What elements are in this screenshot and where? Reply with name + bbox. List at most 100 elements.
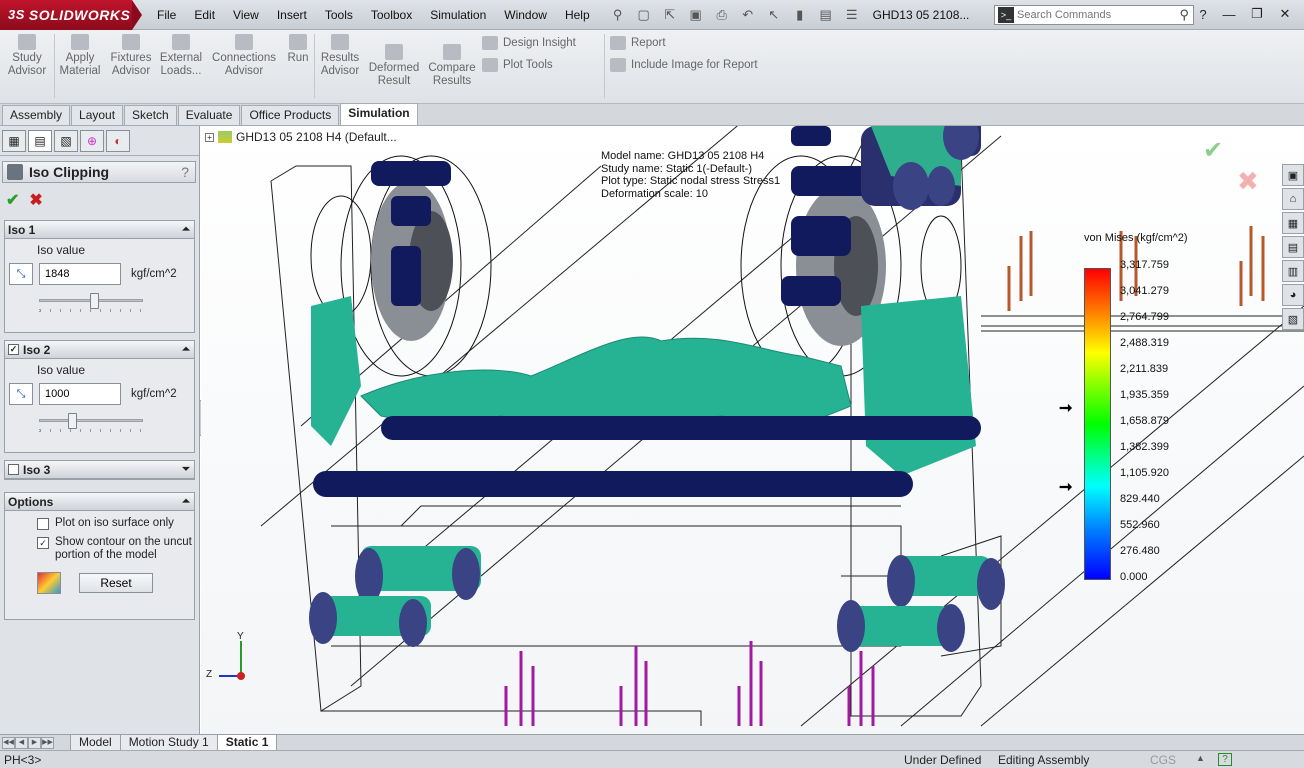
connections-advisor-button[interactable]: Connections Advisor xyxy=(210,34,278,78)
tab-simulation[interactable]: Simulation xyxy=(340,103,418,125)
appearances-icon[interactable]: ◕ xyxy=(1282,284,1304,306)
dimxpert-icon[interactable]: ⊕ xyxy=(80,130,104,152)
iso2-header[interactable]: ✓ Iso 2 ⏶ xyxy=(5,341,194,359)
next-tab-icon[interactable]: ▶ xyxy=(28,736,41,749)
menu-insert[interactable]: Insert xyxy=(268,0,316,30)
iso1-header[interactable]: Iso 1 ⏶ xyxy=(5,221,194,239)
show-contour-checkbox[interactable]: ✓ xyxy=(37,537,49,549)
select-icon[interactable]: ↖ xyxy=(763,5,785,25)
iso2-checkbox[interactable]: ✓ xyxy=(8,344,19,355)
study-advisor-button[interactable]: Study Advisor xyxy=(6,34,48,78)
design-library-icon[interactable]: ▦ xyxy=(1282,212,1304,234)
solidworks-logo[interactable]: 3S SOLIDWORKS xyxy=(0,0,132,30)
view-palette-icon[interactable]: ▥ xyxy=(1282,260,1304,282)
menu-toolbox[interactable]: Toolbox xyxy=(362,0,421,30)
help-button[interactable]: ? xyxy=(181,164,189,180)
plot-on-iso-checkbox[interactable] xyxy=(37,518,49,530)
prev-tab-icon[interactable]: ◀ xyxy=(15,736,28,749)
chevron-up-icon[interactable]: ⏶ xyxy=(182,496,190,507)
chevron-up-icon[interactable]: ⏶ xyxy=(182,224,190,235)
help-icon[interactable]: ? xyxy=(1192,4,1214,24)
graphics-area[interactable]: Z Y + GHD13 05 2108 H4 (Default... Model… xyxy=(201,126,1304,734)
tree-item-assembly[interactable]: GHD13 05 2108 H4 (Default... xyxy=(236,130,397,144)
tab-layout[interactable]: Layout xyxy=(71,105,124,125)
ok-check-icon[interactable]: ✔ xyxy=(6,190,19,210)
fixtures-advisor-button[interactable]: Fixtures Advisor xyxy=(108,34,154,78)
home-icon[interactable]: ⌂ xyxy=(1282,188,1304,210)
show-contour-option[interactable]: ✓ Show contour on the uncut portion of th… xyxy=(37,536,194,562)
chevron-down-icon[interactable]: ⏷ xyxy=(182,464,190,475)
iso1-slider[interactable] xyxy=(39,293,143,312)
plot-on-iso-option[interactable]: Plot on iso surface only xyxy=(37,517,194,530)
compare-results-button[interactable]: Compare Results xyxy=(426,44,478,88)
external-loads-button[interactable]: External Loads... xyxy=(158,34,204,78)
feature-manager-icon[interactable]: ▦ xyxy=(2,130,26,152)
search-icon[interactable]: ⚲ xyxy=(1179,7,1189,23)
apply-material-button[interactable]: Apply Material xyxy=(58,34,102,78)
tab-evaluate[interactable]: Evaluate xyxy=(177,105,241,125)
first-tab-icon[interactable]: ◀◀ xyxy=(2,736,15,749)
include-image-button[interactable]: Include Image for Report xyxy=(610,58,758,72)
tab-office-products[interactable]: Office Products xyxy=(241,105,340,125)
menu-file[interactable]: File xyxy=(148,0,185,30)
custom-properties-icon[interactable]: ▧ xyxy=(1282,308,1304,330)
print-icon[interactable]: ⎙ xyxy=(711,5,733,25)
property-manager-icon[interactable]: ▤ xyxy=(28,130,52,152)
menu-window[interactable]: Window xyxy=(495,0,556,30)
tab-sketch[interactable]: Sketch xyxy=(124,105,177,125)
options-header[interactable]: Options ⏶ xyxy=(5,493,194,511)
tab-motion-study-1[interactable]: Motion Study 1 xyxy=(119,734,218,751)
units-dropdown-icon[interactable]: ▲ xyxy=(1196,753,1205,763)
deformed-result-button[interactable]: Deformed Result xyxy=(366,44,422,88)
menu-view[interactable]: View xyxy=(224,0,268,30)
iso3-checkbox[interactable] xyxy=(8,464,19,475)
rebuild-icon[interactable]: ▮ xyxy=(789,5,811,25)
search-commands[interactable]: >_ ⚲ xyxy=(994,5,1194,25)
chevron-up-icon[interactable]: ⏶ xyxy=(182,344,190,355)
design-insight-button[interactable]: Design Insight xyxy=(482,36,576,50)
minimize-button[interactable]: — xyxy=(1216,4,1242,24)
menu-simulation[interactable]: Simulation xyxy=(421,0,495,30)
iso2-pick-icon[interactable]: ⤡ xyxy=(9,383,33,405)
menu-help[interactable]: Help xyxy=(556,0,599,30)
plot-tools-button[interactable]: Plot Tools xyxy=(482,58,553,72)
new-document-icon[interactable]: ▢ xyxy=(633,5,655,25)
confirm-check-icon[interactable]: ✔ xyxy=(1203,136,1223,165)
tab-assembly[interactable]: Assembly xyxy=(2,105,71,125)
status-units[interactable]: CGS xyxy=(1150,753,1176,767)
menu-edit[interactable]: Edit xyxy=(185,0,224,30)
expand-icon[interactable]: + xyxy=(205,132,214,142)
reset-button[interactable]: Reset xyxy=(79,573,153,593)
pin-icon[interactable]: ⚲ xyxy=(607,5,629,25)
slider-thumb[interactable] xyxy=(68,413,77,429)
close-button[interactable]: ✕ xyxy=(1272,4,1298,24)
display-manager-icon[interactable]: ◐ xyxy=(106,130,130,152)
cancel-x-icon[interactable]: ✖ xyxy=(29,190,42,210)
configuration-manager-icon[interactable]: ▧ xyxy=(54,130,78,152)
undo-icon[interactable]: ↶ xyxy=(737,5,759,25)
tab-static-1[interactable]: Static 1 xyxy=(216,734,278,751)
resources-icon[interactable]: ▣ xyxy=(1282,164,1304,186)
save-icon[interactable]: ▣ xyxy=(685,5,707,25)
confirm-cancel-icon[interactable]: ✖ xyxy=(1237,166,1259,197)
iso1-pick-icon[interactable]: ⤡ xyxy=(9,263,33,285)
restore-button[interactable]: ❐ xyxy=(1244,4,1270,24)
options-icon[interactable]: ☰ xyxy=(841,5,863,25)
file-explorer-icon[interactable]: ▤ xyxy=(1282,236,1304,258)
search-input[interactable] xyxy=(1017,9,1157,21)
last-tab-icon[interactable]: ▶▶ xyxy=(41,736,54,749)
iso3-header[interactable]: Iso 3 ⏷ xyxy=(5,461,194,479)
report-button[interactable]: Report xyxy=(610,36,666,50)
results-advisor-button[interactable]: Results Advisor xyxy=(318,34,362,78)
contour-plot-icon[interactable] xyxy=(37,572,61,594)
iso2-slider[interactable] xyxy=(39,413,143,432)
slider-thumb[interactable] xyxy=(90,293,99,309)
iso1-value-field[interactable] xyxy=(39,263,121,285)
iso2-value-field[interactable] xyxy=(39,383,121,405)
run-button[interactable]: Run xyxy=(284,34,312,65)
open-folder-icon[interactable]: ⇱ xyxy=(659,5,681,25)
file-properties-icon[interactable]: ▤ xyxy=(815,5,837,25)
feature-tree-flyout[interactable]: + GHD13 05 2108 H4 (Default... xyxy=(205,130,397,144)
help-status-icon[interactable]: ? xyxy=(1218,753,1232,766)
menu-tools[interactable]: Tools xyxy=(316,0,362,30)
